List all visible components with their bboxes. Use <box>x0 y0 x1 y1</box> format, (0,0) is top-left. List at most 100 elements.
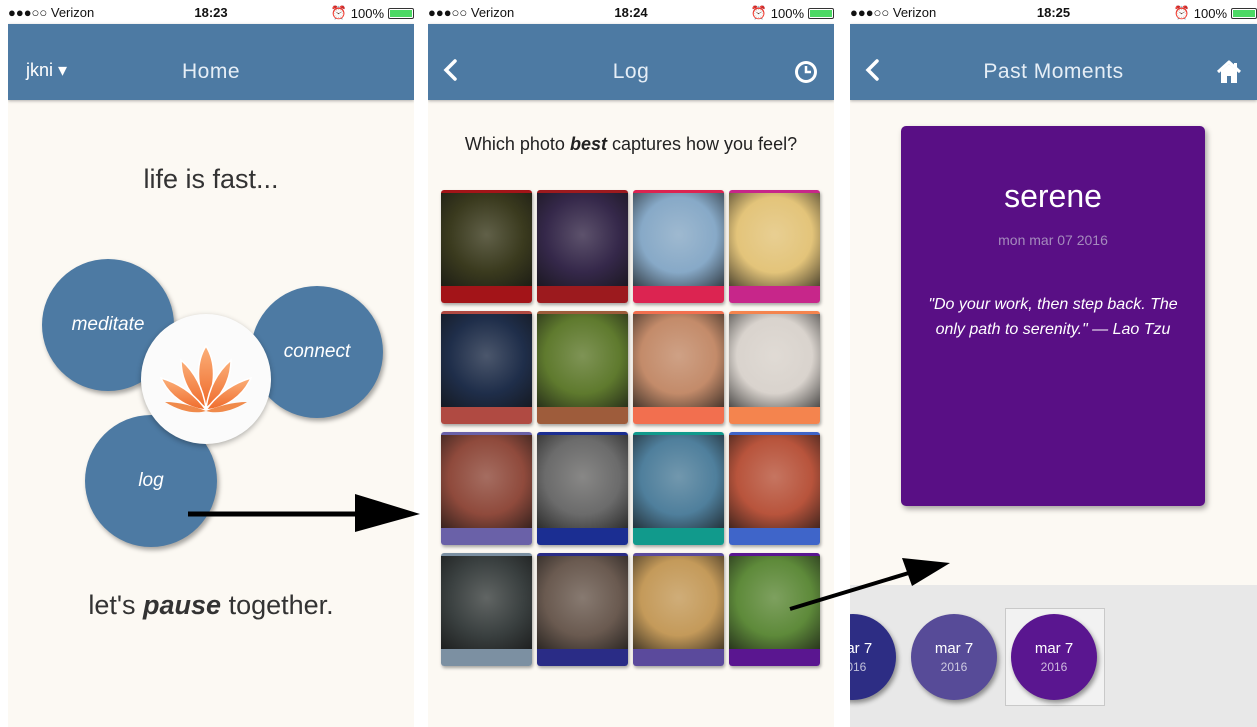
photo-tile[interactable] <box>537 432 628 545</box>
mood-color-band <box>633 286 724 303</box>
photo-tile[interactable] <box>729 311 820 424</box>
timeline-item[interactable]: mar 7 2016 <box>850 614 896 700</box>
photo-image <box>537 193 628 286</box>
mood-title: serene <box>1004 178 1102 214</box>
mood-color-band <box>633 649 724 666</box>
timeline-year: 2016 <box>1040 660 1068 674</box>
timeline-date: mar 7 <box>934 640 974 657</box>
photo-tile[interactable] <box>729 553 820 666</box>
connect-label: connect <box>283 341 351 362</box>
log-question: Which photo best captures how you feel? <box>428 134 834 155</box>
battery-percent: 100% <box>350 5 384 21</box>
mood-color-band <box>441 286 532 303</box>
photo-image <box>729 435 820 528</box>
history-clock-icon[interactable] <box>792 58 820 86</box>
photo-image <box>633 435 724 528</box>
photo-image <box>633 314 724 407</box>
page-title: Log <box>612 60 650 83</box>
alarm-icon: ⏰ <box>330 5 347 20</box>
nav-bar: Past Moments <box>850 24 1257 100</box>
photo-tile[interactable] <box>441 190 532 303</box>
mood-color-band <box>441 528 532 545</box>
photo-tile[interactable] <box>441 553 532 666</box>
photo-image <box>633 556 724 649</box>
photo-tile[interactable] <box>633 190 724 303</box>
home-icon[interactable] <box>1215 58 1243 86</box>
mood-color-band <box>729 649 820 666</box>
tagline-top: life is fast... <box>143 164 279 194</box>
tagline-bottom-em: pause <box>143 590 222 620</box>
timeline-year: 2016 <box>940 660 968 674</box>
status-right: ⏰ 100% <box>1174 5 1257 21</box>
photo-image <box>441 193 532 286</box>
log-screen: ●●●○○ Verizon 18:24 ⏰ 100% Log Which pho… <box>428 0 834 727</box>
mood-color-band <box>537 286 628 303</box>
mood-color-band <box>537 407 628 424</box>
question-post: captures how you feel? <box>606 134 798 154</box>
photo-image <box>441 314 532 407</box>
mood-color-band <box>537 649 628 666</box>
moment-card: serene mon mar 07 2016 "Do your work, th… <box>901 126 1205 506</box>
battery-icon <box>1231 7 1257 19</box>
lotus-logo-icon <box>141 314 271 444</box>
screenshot-composite: ●●●○○ Verizon 18:23 ⏰ 100% jkni ▾ Home l… <box>0 0 1257 727</box>
photo-image <box>729 556 820 649</box>
page-title: Past Moments <box>983 60 1124 83</box>
battery-icon <box>388 7 414 19</box>
question-pre: Which photo <box>464 134 570 154</box>
page-title: Home <box>181 60 241 83</box>
photo-image <box>441 435 532 528</box>
tagline-bottom-post: together. <box>221 590 334 620</box>
status-bar: ●●●○○ Verizon 18:23 ⏰ 100% <box>8 0 414 24</box>
meditate-label: meditate <box>71 314 145 335</box>
photo-image <box>729 314 820 407</box>
photo-tile[interactable] <box>633 432 724 545</box>
mood-color-band <box>441 649 532 666</box>
mood-color-band <box>729 528 820 545</box>
photo-image <box>537 556 628 649</box>
tagline-bottom: let's pause together. <box>8 590 414 621</box>
photo-tile[interactable] <box>441 311 532 424</box>
timeline-item[interactable]: mar 7 2016 <box>911 614 997 700</box>
timeline-date: mar 7 <box>850 640 873 657</box>
alarm-icon: ⏰ <box>750 5 767 20</box>
nav-bar: Log <box>428 24 834 100</box>
past-moments-screen: ●●●○○ Verizon 18:25 ⏰ 100% Past Moments … <box>850 0 1257 727</box>
photo-tile[interactable] <box>537 553 628 666</box>
nav-bar: jkni ▾ Home <box>8 24 414 100</box>
photo-tile[interactable] <box>537 311 628 424</box>
photo-tile[interactable] <box>441 432 532 545</box>
photo-image <box>537 314 628 407</box>
status-bar: ●●●○○ Verizon 18:25 ⏰ 100% <box>850 0 1257 24</box>
mood-color-band <box>729 286 820 303</box>
timeline-item-selected[interactable]: mar 7 2016 <box>1011 614 1097 700</box>
mood-color-band <box>633 407 724 424</box>
timeline-year: 2016 <box>850 660 867 674</box>
photo-tile[interactable] <box>537 190 628 303</box>
mood-color-band <box>729 407 820 424</box>
timeline-date: mar 7 <box>1034 640 1074 657</box>
photo-tile[interactable] <box>633 311 724 424</box>
battery-icon <box>808 7 834 19</box>
photo-image <box>633 193 724 286</box>
alarm-icon: ⏰ <box>1173 5 1190 20</box>
battery-percent: 100% <box>1193 5 1227 21</box>
photo-tile[interactable] <box>633 553 724 666</box>
photo-tile[interactable] <box>729 432 820 545</box>
question-em: best <box>569 134 607 154</box>
mood-color-band <box>441 407 532 424</box>
home-screen: ●●●○○ Verizon 18:23 ⏰ 100% jkni ▾ Home l… <box>8 0 414 727</box>
tagline-bottom-pre: let's <box>88 590 144 620</box>
timeline-strip[interactable]: mar 7 2016 mar 7 2016 mar 7 2016 <box>850 585 1257 727</box>
status-right: ⏰ 100% <box>751 5 834 21</box>
photo-tile[interactable] <box>729 190 820 303</box>
photo-image <box>729 193 820 286</box>
mood-color-band <box>633 528 724 545</box>
mood-color-band <box>537 528 628 545</box>
moment-date: mon mar 07 2016 <box>998 232 1108 248</box>
log-label: log <box>138 470 164 491</box>
status-bar: ●●●○○ Verizon 18:24 ⏰ 100% <box>428 0 834 24</box>
photo-image <box>441 556 532 649</box>
battery-percent: 100% <box>770 5 804 21</box>
status-right: ⏰ 100% <box>331 5 414 21</box>
